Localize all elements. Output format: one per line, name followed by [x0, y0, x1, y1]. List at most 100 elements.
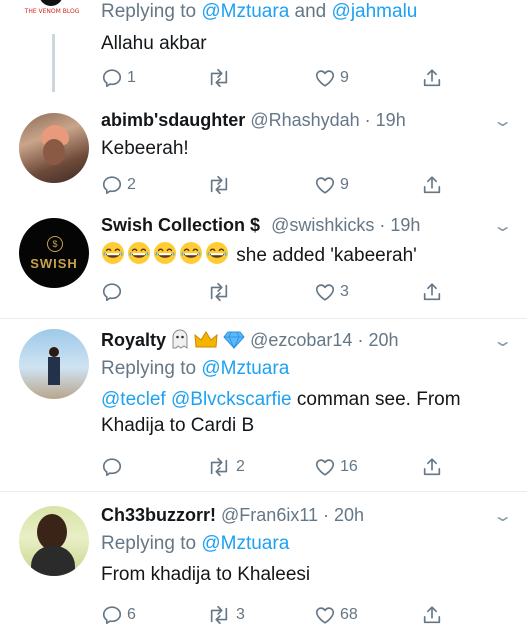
reply-prefix: Replying to — [101, 358, 202, 379]
avatar-face — [37, 514, 67, 550]
like-button[interactable]: 3 — [314, 281, 349, 303]
chevron-down-icon[interactable]: ⌄ — [492, 111, 513, 131]
retweet-button[interactable] — [206, 67, 236, 89]
avatar[interactable] — [19, 329, 89, 399]
timestamp[interactable]: 20h — [334, 505, 364, 525]
separator-dot: · — [359, 110, 376, 130]
tweet-header: abimb'sdaughter @Rhashydah · 19h — [101, 109, 489, 131]
mention-link[interactable]: @Mztuara — [201, 1, 289, 22]
tweet-2[interactable]: abimb'sdaughter @Rhashydah · 19h Kebeera… — [0, 105, 527, 210]
display-name[interactable]: Swish Collection — [101, 215, 245, 235]
share-button[interactable] — [421, 174, 443, 196]
tweet-header: Royalty @ezcobar14 · 20h — [101, 329, 489, 351]
reply-and: and — [289, 1, 332, 22]
chevron-down-icon[interactable]: ⌄ — [492, 331, 513, 351]
share-button[interactable] — [421, 604, 443, 626]
mention-link[interactable]: @teclef — [101, 389, 166, 410]
mention-link[interactable]: @Mztuara — [201, 533, 289, 554]
mention-link[interactable]: @Mztuara — [201, 358, 289, 379]
user-handle[interactable]: @Rhashydah — [250, 110, 359, 130]
user-handle[interactable]: @ezcobar14 — [250, 330, 352, 350]
tweet-3[interactable]: $ SWISH Swish Collection $ @swishkicks ·… — [0, 210, 527, 318]
tweet-5[interactable]: Ch33buzzorr! @Fran6ix11 · 20h Replying t… — [0, 492, 527, 628]
action-bar: 2 9 — [101, 174, 451, 200]
grinning-sweat-emoji-icon — [179, 241, 203, 265]
grinning-sweat-emoji-icon — [205, 241, 229, 265]
reply-button[interactable]: 6 — [101, 604, 136, 626]
reply-count: 6 — [127, 606, 136, 623]
retweet-button[interactable] — [206, 174, 236, 196]
avatar-logo-text: SWISH — [30, 256, 78, 271]
tweet-header: Swish Collection $ @swishkicks · 19h — [101, 214, 489, 236]
user-handle[interactable]: @swishkicks — [271, 215, 374, 235]
reply-button[interactable]: 2 — [101, 174, 136, 196]
avatar-caption: THE VENOM BLOG — [24, 8, 80, 15]
avatar[interactable] — [19, 506, 89, 576]
retweet-icon — [206, 174, 232, 196]
chevron-down-icon[interactable]: ⌄ — [492, 506, 513, 526]
tweet-text-body: she added 'kabeerah' — [231, 245, 417, 266]
share-button[interactable] — [421, 281, 443, 303]
heart-icon — [314, 67, 336, 89]
mention-link[interactable]: @Blvckscarfie — [171, 389, 292, 410]
action-bar: 3 — [101, 281, 451, 307]
reply-context: Replying to @Mztuara and @jahmalu — [101, 0, 489, 24]
tweet-4[interactable]: Royalty @ezcobar14 · 20h Replying to @Mz… — [0, 319, 527, 491]
mention-link[interactable]: @jahmalu — [332, 1, 418, 22]
reply-button[interactable] — [101, 456, 127, 478]
like-button[interactable]: 68 — [314, 604, 358, 626]
venom-logo-icon — [39, 0, 63, 6]
dollar-badge-icon: $ — [47, 236, 63, 252]
tweet-text: From khadija to Khaleesi — [101, 564, 311, 585]
like-count: 16 — [340, 458, 358, 475]
reply-button[interactable] — [101, 281, 127, 303]
tweet-text: @teclef @Blvckscarfie comman see. From K… — [101, 387, 489, 439]
timestamp[interactable]: 19h — [390, 215, 420, 235]
reply-icon — [101, 67, 123, 89]
timestamp[interactable]: 19h — [376, 110, 406, 130]
tweet-header: Ch33buzzorr! @Fran6ix11 · 20h — [101, 504, 489, 526]
like-button[interactable]: 16 — [314, 456, 358, 478]
display-name[interactable]: Royalty — [101, 330, 166, 350]
avatar[interactable]: THE VENOM BLOG — [19, 0, 85, 18]
retweet-button[interactable]: 3 — [206, 604, 245, 626]
like-count: 9 — [340, 69, 349, 86]
retweet-icon — [206, 281, 232, 303]
like-button[interactable]: 9 — [314, 174, 349, 196]
dollar-icon: $ — [250, 215, 261, 235]
reply-context: Replying to @Mztuara — [101, 532, 489, 556]
crown-icon — [194, 331, 218, 349]
share-icon — [421, 281, 443, 303]
tweet-text-body: Khadija to Cardi B — [101, 415, 255, 436]
share-button[interactable] — [421, 67, 443, 89]
reply-icon — [101, 604, 123, 626]
retweet-button[interactable]: 2 — [206, 456, 245, 478]
like-count: 68 — [340, 606, 358, 623]
tweet-1[interactable]: THE VENOM BLOG Replying to @Mztuara and … — [0, 0, 527, 105]
like-count: 9 — [340, 176, 349, 193]
reply-icon — [101, 281, 123, 303]
display-name[interactable]: Ch33buzzorr! — [101, 505, 216, 525]
chevron-down-icon[interactable]: ⌄ — [492, 216, 513, 236]
thread-line — [52, 34, 55, 92]
action-bar: 1 9 — [101, 67, 451, 93]
retweet-button[interactable] — [206, 281, 236, 303]
reply-count: 1 — [127, 69, 136, 86]
share-icon — [421, 67, 443, 89]
gem-icon — [223, 331, 245, 349]
share-icon — [421, 604, 443, 626]
action-bar: 6 3 68 — [101, 604, 451, 630]
heart-icon — [314, 174, 336, 196]
timestamp[interactable]: 20h — [368, 330, 398, 350]
user-handle[interactable]: @Fran6ix11 — [221, 505, 318, 525]
display-name[interactable]: abimb'sdaughter — [101, 110, 245, 130]
reply-button[interactable]: 1 — [101, 67, 136, 89]
grinning-sweat-emoji-icon — [153, 241, 177, 265]
like-button[interactable]: 9 — [314, 67, 349, 89]
reply-context: Replying to @Mztuara — [101, 357, 489, 381]
reply-count: 2 — [127, 176, 136, 193]
share-button[interactable] — [421, 456, 443, 478]
avatar[interactable] — [19, 113, 89, 183]
grinning-sweat-emoji-icon — [101, 241, 125, 265]
avatar[interactable]: $ SWISH — [19, 218, 89, 288]
